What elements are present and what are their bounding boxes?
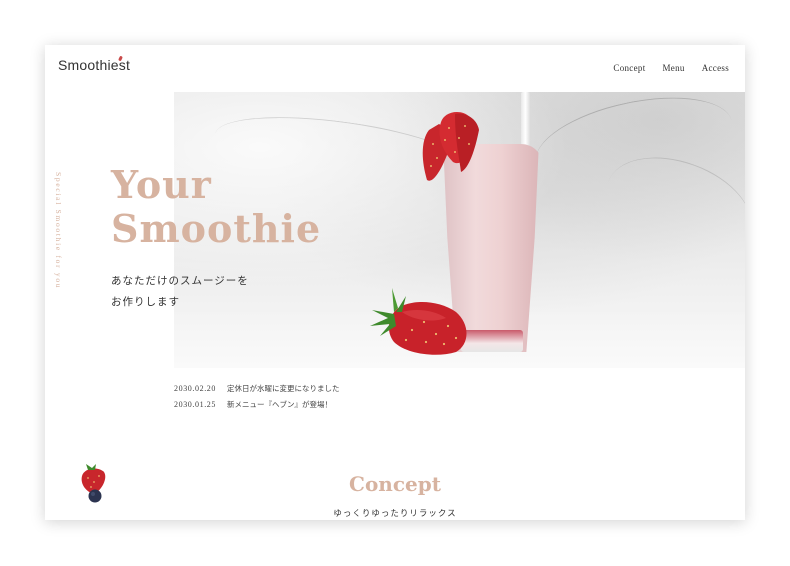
hero-subtitle-line2: お作りします [111,296,180,308]
hero-title-line2: Smoothie [111,206,322,251]
nav-link-concept[interactable]: Concept [613,63,645,73]
news-item[interactable]: 2030.02.20 定休日が水曜に変更になりました [174,380,340,396]
hero-subtitle: あなただけのスムージーを お作りします [111,271,249,313]
news-date: 2030.02.20 [174,383,216,393]
site-logo[interactable]: Smoothiest [58,55,130,73]
concept-heading: Concept [349,472,441,496]
page-frame: Smoothiest Concept Menu Access Special S… [45,45,745,520]
strawberry-icon [370,288,467,355]
hero-title-line1: Your [111,162,212,207]
news-text: 定休日が水曜に変更になりました [227,383,340,393]
nav-link-menu[interactable]: Menu [663,63,685,73]
nav-link-access[interactable]: Access [702,63,729,73]
news-item[interactable]: 2030.01.25 新メニュー『ヘブン』が登場！ [174,396,340,412]
news-text: 新メニュー『ヘブン』が登場！ [227,399,332,409]
news-list: 2030.02.20 定休日が水曜に変更になりました 2030.01.25 新メ… [174,380,340,412]
strawberry-garnish-icon [422,112,479,181]
vertical-tagline: Special Smoothie for you [54,172,63,290]
hero-title: Your Smoothie [111,163,321,251]
concept-subheading: ゆっくりゆったりリラックス [333,509,457,519]
news-date: 2030.01.25 [174,399,216,409]
hero-subtitle-line1: あなただけのスムージーを [111,275,249,287]
main-nav: Concept Menu Access [613,63,729,73]
